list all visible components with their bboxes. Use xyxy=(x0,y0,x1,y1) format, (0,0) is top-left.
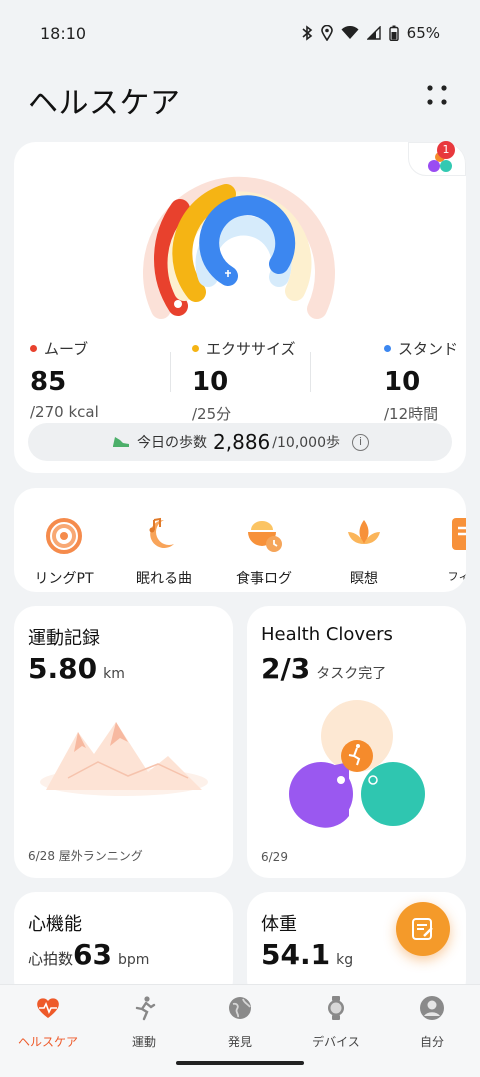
stand-value: 10 xyxy=(384,367,421,397)
home-indicator xyxy=(176,1061,304,1065)
status-bar: 18:10 65% xyxy=(0,0,480,66)
exercise-record-card[interactable]: 運動記録 5.80 km 6/28 屋外ランニング xyxy=(14,606,233,878)
shoe-icon xyxy=(113,437,130,447)
quick-item-ring-pt[interactable]: リングPT xyxy=(14,514,114,588)
notification-count-badge: 1 xyxy=(437,141,455,159)
heart-rate-value: 63 xyxy=(73,938,112,971)
quick-access-card: リングPT 眠れる曲 食事ログ 瞑想 フィッ xyxy=(14,488,466,592)
heart-rate-label: 心拍数 xyxy=(28,950,74,968)
profile-icon xyxy=(420,996,444,1020)
clover-badge-button[interactable]: 1 xyxy=(408,141,466,176)
meal-log-icon xyxy=(248,521,282,552)
activity-rings-graphic xyxy=(143,176,335,319)
stand-stat: スタンド 10 /12時間 xyxy=(384,340,459,423)
stand-dot xyxy=(384,345,391,352)
clovers-footer: 6/29 xyxy=(261,850,288,864)
move-goal: /270 kcal xyxy=(30,403,99,421)
steps-label: 今日の歩数 xyxy=(137,435,208,451)
weight-unit: kg xyxy=(336,952,354,968)
steps-goal: /10,000歩 xyxy=(272,435,340,451)
health-clovers-card[interactable]: Health Clovers 2/3 タスク完了 6/29 xyxy=(247,606,466,878)
exercise-goal: /25分 xyxy=(192,405,232,423)
distance-unit: km xyxy=(103,666,125,682)
bluetooth-icon xyxy=(302,25,312,41)
log-fab-button[interactable] xyxy=(396,902,450,956)
quick-item-sleep-music[interactable]: 眠れる曲 xyxy=(114,514,214,588)
distance-value: 5.80 xyxy=(28,652,98,685)
fitness-icon xyxy=(452,518,466,550)
exercise-stat: エクササイズ 10 /25分 xyxy=(192,340,296,423)
mountain-illustration xyxy=(40,722,208,796)
nav-item-discover[interactable]: 発見 xyxy=(192,995,288,1050)
wifi-icon xyxy=(341,26,359,39)
weight-title: 体重 xyxy=(261,914,297,935)
quick-item-meal-log[interactable]: 食事ログ xyxy=(214,514,314,588)
nav-item-me[interactable]: 自分 xyxy=(384,995,480,1050)
meditation-icon xyxy=(348,520,380,544)
weight-value: 54.1 xyxy=(261,938,331,971)
health-heart-icon xyxy=(37,998,59,1018)
exercise-record-title: 運動記録 xyxy=(28,628,100,649)
heart-title: 心機能 xyxy=(28,914,82,935)
exercise-record-footer: 6/28 屋外ランニング xyxy=(28,849,143,863)
clovers-title: Health Clovers xyxy=(261,624,393,645)
exercise-dot xyxy=(192,345,199,352)
stand-goal: /12時間 xyxy=(384,405,439,423)
signal-icon xyxy=(366,26,381,40)
clovers-unit: タスク完了 xyxy=(316,666,387,682)
sleep-moon-icon xyxy=(337,776,345,784)
exercise-value: 10 xyxy=(192,367,229,397)
quick-item-meditation[interactable]: 瞑想 xyxy=(314,514,414,588)
running-icon xyxy=(135,996,156,1021)
heart-rate-unit: bpm xyxy=(117,952,150,968)
more-options-button[interactable] xyxy=(420,80,454,110)
status-time: 18:10 xyxy=(40,24,87,43)
ring-pt-icon xyxy=(46,518,82,554)
clovers-value: 2/3 xyxy=(261,652,311,685)
clover-graphic xyxy=(289,700,425,828)
page-title: ヘルスケア xyxy=(28,86,181,121)
location-icon xyxy=(320,25,333,41)
note-edit-icon xyxy=(412,918,433,940)
quick-item-fitness[interactable]: フィッ xyxy=(414,514,466,584)
battery-percent: 65% xyxy=(406,24,440,42)
nav-item-health[interactable]: ヘルスケア xyxy=(0,995,96,1050)
steps-pill[interactable]: 今日の歩数 2,886 /10,000歩 i xyxy=(28,423,452,461)
nav-item-device[interactable]: デバイス xyxy=(288,995,384,1050)
activity-rings-card[interactable]: 1 ムーブ 85 /270 kcal エクササイズ 10 /25分 スタンド 1… xyxy=(14,141,466,473)
nav-item-exercise[interactable]: 運動 xyxy=(96,995,192,1050)
watch-icon xyxy=(328,996,344,1020)
battery-icon xyxy=(388,25,399,41)
sleep-music-icon xyxy=(149,517,174,548)
move-value: 85 xyxy=(30,367,67,397)
steps-value: 2,886 xyxy=(213,430,271,454)
info-icon[interactable]: i xyxy=(351,433,369,451)
move-stat: ムーブ 85 /270 kcal xyxy=(30,340,99,421)
move-dot xyxy=(30,345,37,352)
discover-globe-icon xyxy=(229,997,251,1019)
